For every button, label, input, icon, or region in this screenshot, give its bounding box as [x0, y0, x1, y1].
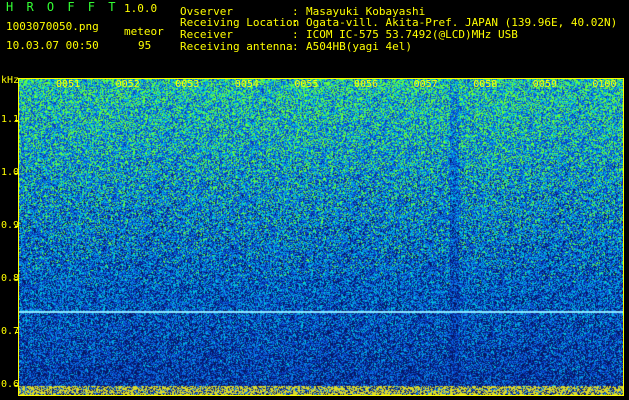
antenna-value: A504HB(yagi 4el): [306, 40, 412, 53]
spectrogram-plot: [18, 78, 624, 396]
date-time: 10.03.07 00:50: [6, 39, 99, 52]
x-tick-label: 0100: [592, 79, 617, 90]
app-version: 1.0.0: [124, 2, 158, 15]
x-tick-label: 0052: [115, 79, 140, 90]
event-label: meteor: [124, 25, 164, 38]
y-tick-mark: [15, 173, 19, 175]
y-axis-label: kHz: [1, 75, 20, 86]
antenna-colon: :: [292, 40, 299, 53]
x-tick-label: 0053: [175, 79, 200, 90]
location-colon: :: [292, 16, 299, 29]
receiver-colon: :: [292, 28, 299, 41]
y-tick-mark: [15, 279, 19, 281]
event-count: 95: [138, 39, 152, 52]
x-tick-label: 0057: [413, 79, 438, 90]
y-tick-mark: [15, 332, 19, 334]
x-tick-label: 0054: [234, 79, 259, 90]
spectrogram-canvas: [19, 79, 623, 395]
y-tick-mark: [15, 385, 19, 387]
x-tick-label: 0059: [532, 79, 557, 90]
location-value: Ogata-vill. Akita-Pref. JAPAN (139.96E, …: [306, 16, 618, 29]
receiver-key: Receiver: [180, 28, 233, 41]
x-tick-label: 0055: [294, 79, 319, 90]
file-name: 1003070050.png: [6, 20, 99, 33]
antenna-key: Receiving antenna: [180, 40, 293, 53]
x-tick-label: 0056: [354, 79, 379, 90]
location-key: Receiving Location: [180, 16, 300, 29]
receiver-value: ICOM IC-575 53.7492(@LCD)MHz USB: [306, 28, 518, 41]
y-tick-mark: [15, 226, 19, 228]
x-tick-label: 0051: [56, 79, 81, 90]
y-tick-mark: [15, 120, 19, 122]
x-tick-label: 0058: [473, 79, 498, 90]
app-title: H R O F F T: [6, 0, 119, 14]
